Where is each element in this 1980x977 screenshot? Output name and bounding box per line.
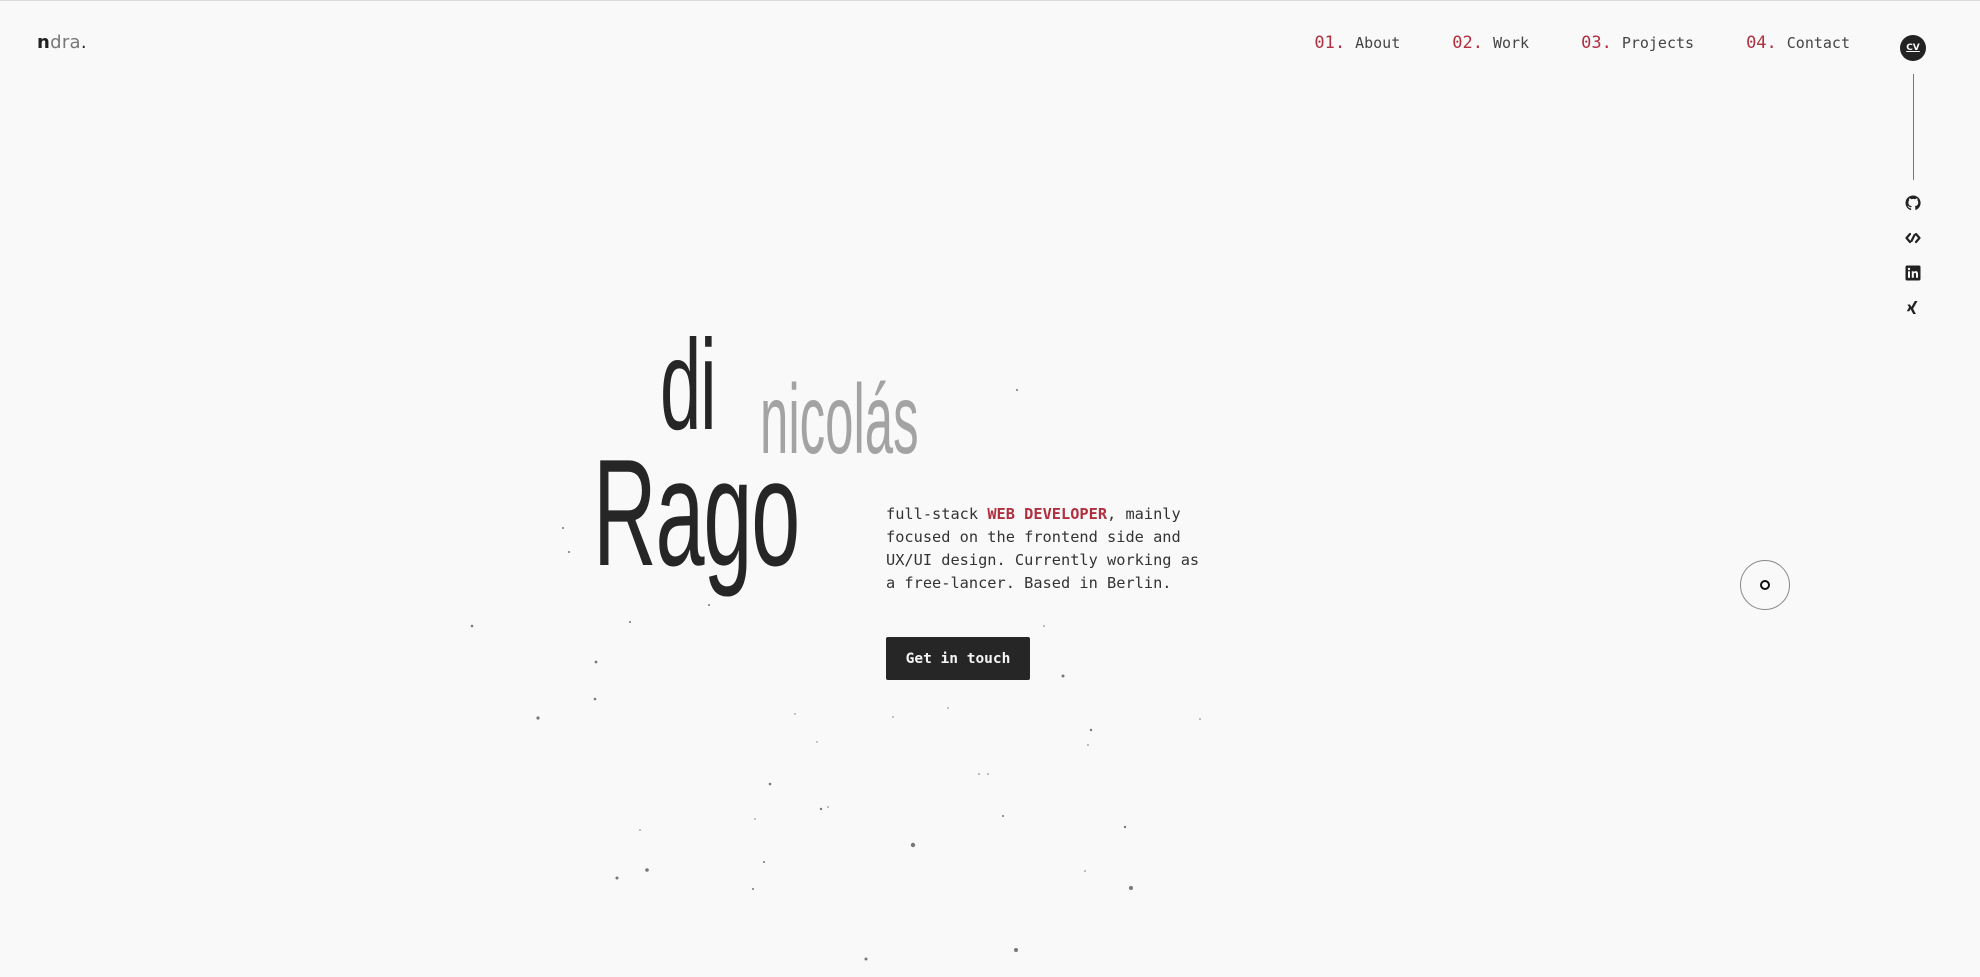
- particle: [827, 806, 829, 808]
- particle: [1087, 744, 1089, 746]
- particle: [1084, 870, 1086, 872]
- particle: [1002, 815, 1004, 817]
- particle: [629, 621, 631, 623]
- particle: [1129, 886, 1133, 890]
- particle: [536, 716, 540, 720]
- particle: [864, 957, 868, 961]
- particle: [768, 782, 772, 786]
- particle: [892, 716, 894, 718]
- particle: [593, 697, 597, 701]
- particle: [816, 741, 818, 743]
- particle: [562, 527, 564, 529]
- particle: [987, 773, 989, 775]
- particle: [594, 660, 598, 664]
- particle: [1089, 728, 1093, 732]
- particle: [794, 713, 796, 715]
- particle: [1061, 674, 1065, 678]
- particle: [615, 876, 619, 880]
- particle: [568, 551, 570, 553]
- particle: [910, 842, 916, 848]
- particle: [1014, 948, 1018, 952]
- particle: [1043, 625, 1045, 627]
- particle: [645, 868, 649, 872]
- particle: [639, 829, 641, 831]
- particle-field: [470, 389, 1201, 961]
- particle: [754, 818, 756, 820]
- particle: [1199, 718, 1201, 720]
- particle: [819, 807, 823, 811]
- particle: [947, 707, 949, 709]
- particle: [978, 773, 980, 775]
- particle: [752, 888, 754, 890]
- particle: [708, 604, 710, 606]
- particle: [470, 624, 474, 628]
- particle: [1016, 389, 1018, 391]
- particle: [1123, 825, 1127, 829]
- particle: [763, 861, 765, 863]
